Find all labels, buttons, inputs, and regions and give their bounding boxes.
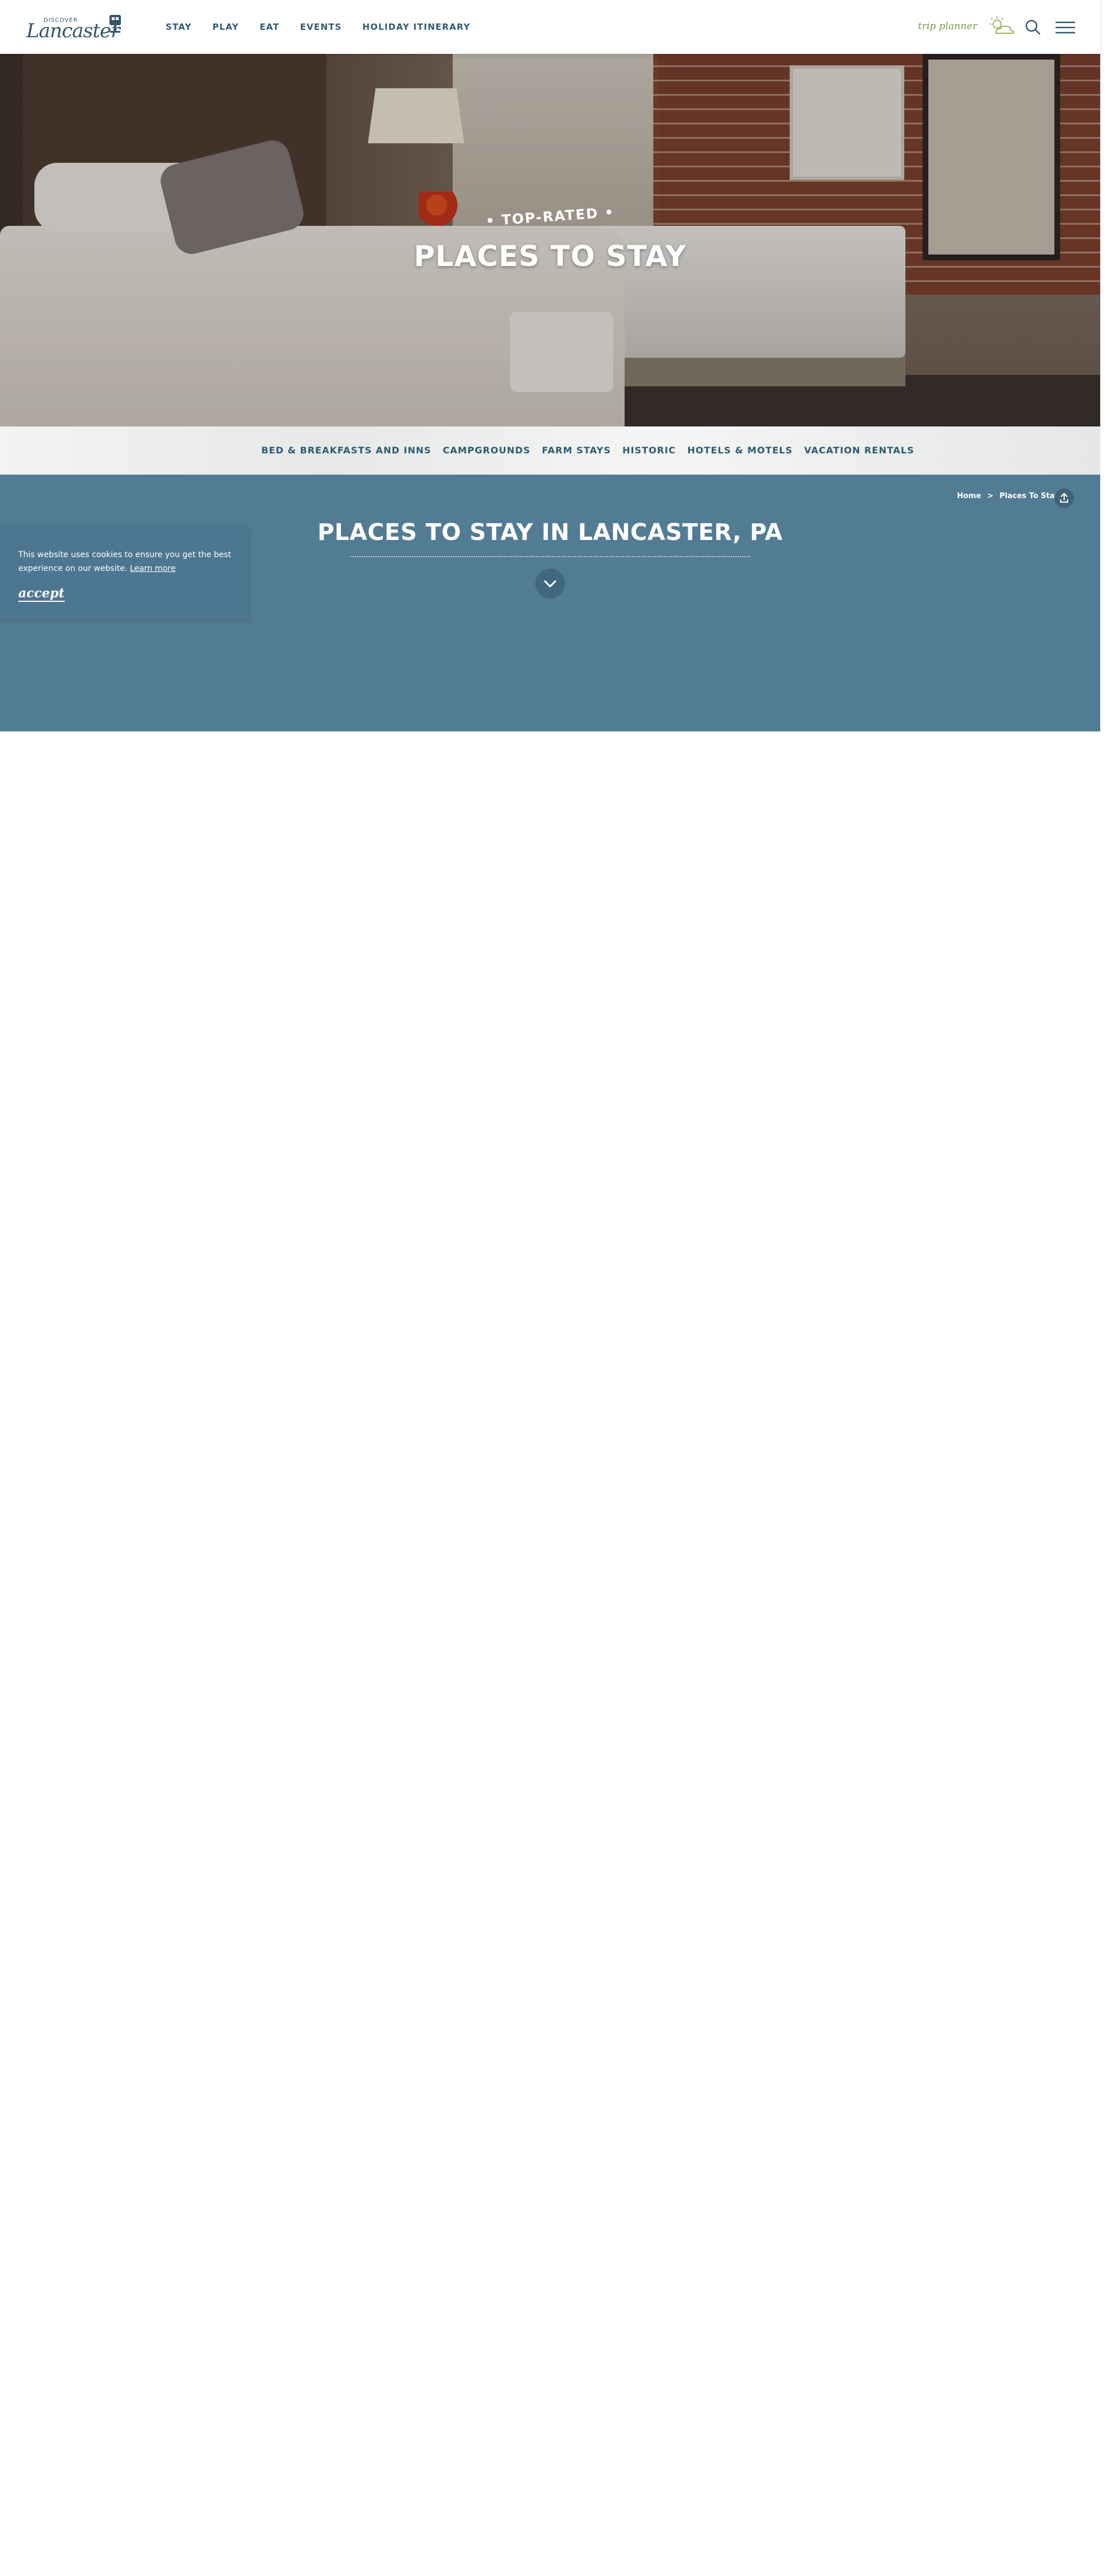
learn-more-link[interactable]: Learn more xyxy=(130,564,176,573)
site-header: DISCOVER Lancaster STAY PLAY EAT EVENTS … xyxy=(0,0,1100,54)
cookie-banner: This website uses cookies to ensure you … xyxy=(0,527,248,619)
logo[interactable]: DISCOVER Lancaster xyxy=(26,13,124,42)
weather-icon[interactable] xyxy=(988,16,1015,37)
trip-planner-link[interactable]: trip planner xyxy=(918,21,977,32)
subnav-farm-stays[interactable]: FARM STAYS xyxy=(542,445,611,456)
nav-eat[interactable]: EAT xyxy=(260,22,280,32)
nav-play[interactable]: PLAY xyxy=(213,22,239,32)
main-nav: STAY PLAY EAT EVENTS HOLIDAY ITINERARY xyxy=(166,22,470,32)
breadcrumb: Home > Places To Stay xyxy=(957,492,1063,500)
share-icon[interactable] xyxy=(1054,488,1074,508)
cookie-message: This website uses cookies to ensure you … xyxy=(18,548,236,576)
lamp-icon xyxy=(109,15,121,33)
cookie-text: This website uses cookies to ensure you … xyxy=(18,550,232,573)
logo-wordmark: Lancaster xyxy=(26,19,120,42)
title-divider xyxy=(350,556,750,557)
nav-events[interactable]: EVENTS xyxy=(300,22,342,32)
breadcrumb-separator: > xyxy=(987,492,994,500)
subnav-campgrounds[interactable]: CAMPGROUNDS xyxy=(443,445,531,456)
category-subnav: BED & BREAKFASTS AND INNS CAMPGROUNDS FA… xyxy=(0,426,1100,475)
hero-banner: • TOP-RATED • PLACES TO STAY xyxy=(0,54,1100,426)
search-icon[interactable] xyxy=(1025,19,1041,35)
breadcrumb-home[interactable]: Home xyxy=(957,492,981,500)
nav-stay[interactable]: STAY xyxy=(166,22,192,32)
menu-icon[interactable] xyxy=(1056,21,1075,34)
subnav-historic[interactable]: HISTORIC xyxy=(622,445,676,456)
accept-button[interactable]: accept xyxy=(18,586,65,602)
hero-title: PLACES TO STAY xyxy=(414,240,687,273)
subnav-vacation-rentals[interactable]: VACATION RENTALS xyxy=(804,445,914,456)
nav-holiday-itinerary[interactable]: HOLIDAY ITINERARY xyxy=(363,22,471,32)
breadcrumb-current: Places To Stay xyxy=(999,492,1060,500)
subnav-hotels-motels[interactable]: HOTELS & MOTELS xyxy=(688,445,793,456)
chevron-down-icon[interactable] xyxy=(535,569,565,598)
subnav-bed-breakfasts[interactable]: BED & BREAKFASTS AND INNS xyxy=(261,445,431,456)
